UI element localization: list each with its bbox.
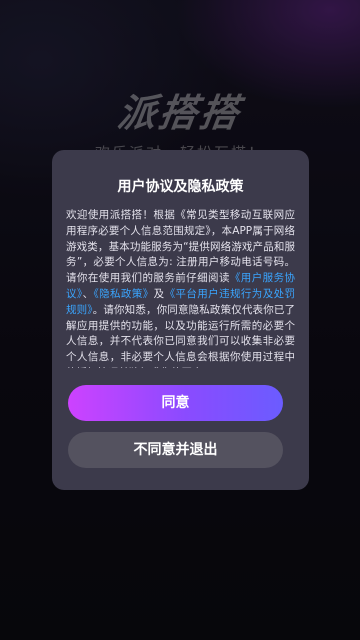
dialog-body-separator: 及 (153, 287, 165, 300)
dialog-body-text[interactable]: 欢迎使用派搭搭！根据《常见类型移动互联网应用程序必要个人信息范围规定》，本APP… (66, 208, 295, 368)
agree-button[interactable]: 同意 (68, 385, 283, 421)
dialog-title: 用户协议及隐私政策 (117, 179, 244, 195)
dialog-body-separator: 、 (82, 287, 94, 300)
privacy-policy-link[interactable]: 《隐私政策》 (93, 288, 153, 300)
dialog-body-notice: 。请你知悉，你同意隐私政策仅代表你已了解应用提供的功能，以及功能运行所需的必要个… (66, 303, 295, 368)
disagree-exit-button[interactable]: 不同意并退出 (68, 432, 283, 468)
privacy-dialog: 用户协议及隐私政策 欢迎使用派搭搭！根据《常见类型移动互联网应用程序必要个人信息… (52, 150, 309, 490)
